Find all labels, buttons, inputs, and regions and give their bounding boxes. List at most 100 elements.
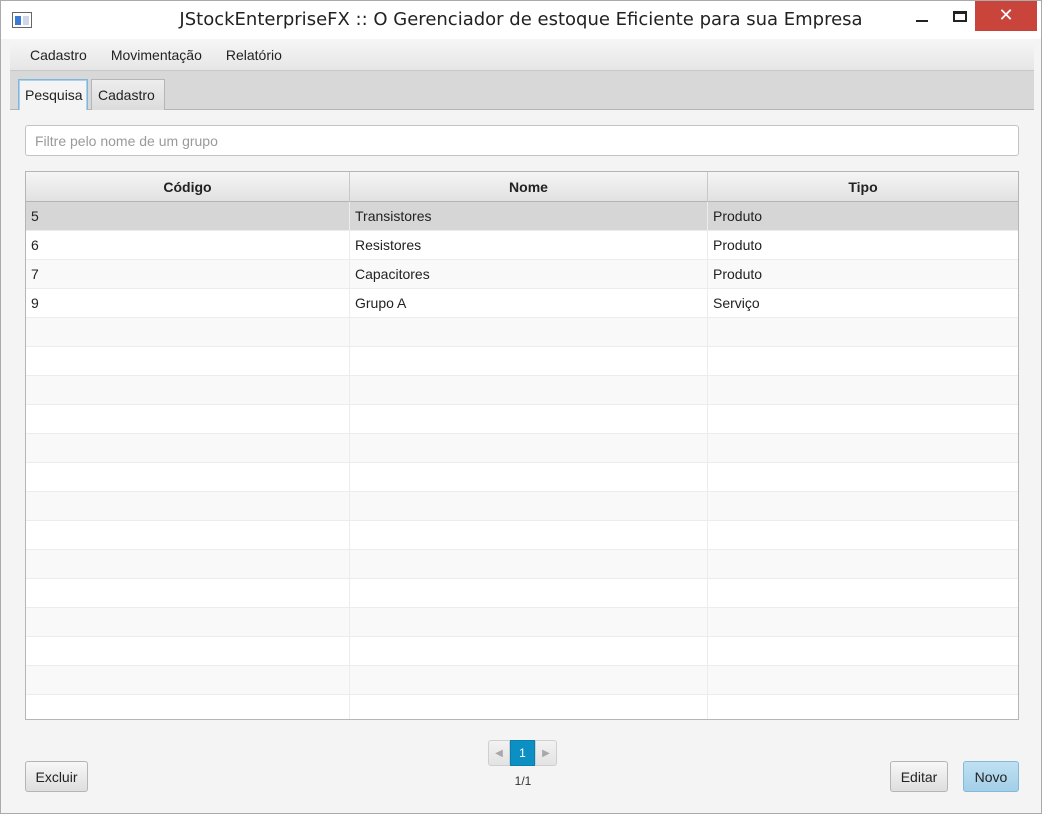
empty-cell xyxy=(26,347,350,376)
table-row[interactable]: 9 Grupo A Serviço xyxy=(26,289,1018,318)
empty-cell xyxy=(26,434,350,463)
menu-cadastro[interactable]: Cadastro xyxy=(18,39,99,71)
empty-cell xyxy=(708,492,1018,521)
empty-cell xyxy=(26,579,350,608)
cell-tipo: Serviço xyxy=(713,295,760,311)
empty-cell xyxy=(26,666,350,695)
table-row[interactable]: 5 Transistores Produto xyxy=(26,202,1018,231)
empty-table-row xyxy=(26,405,1018,434)
empty-cell xyxy=(26,550,350,579)
page-info: 1/1 xyxy=(514,774,532,788)
empty-table-row xyxy=(26,637,1018,666)
next-page-button[interactable]: ▶ xyxy=(535,740,557,766)
empty-table-row xyxy=(26,434,1018,463)
empty-table-row xyxy=(26,492,1018,521)
chevron-left-icon: ◀ xyxy=(495,747,503,759)
cell-tipo: Produto xyxy=(713,266,763,282)
empty-cell xyxy=(350,318,708,347)
empty-cell xyxy=(350,463,708,492)
cell-codigo: 9 xyxy=(26,289,350,318)
empty-cell xyxy=(350,695,708,719)
empty-cell xyxy=(708,608,1018,637)
empty-cell xyxy=(350,492,708,521)
empty-table-row xyxy=(26,318,1018,347)
maximize-icon xyxy=(953,10,967,22)
empty-cell xyxy=(26,405,350,434)
empty-cell xyxy=(708,666,1018,695)
menu-movimentacao[interactable]: Movimentação xyxy=(99,39,214,71)
empty-table-row xyxy=(26,608,1018,637)
empty-cell xyxy=(350,579,708,608)
column-header-codigo[interactable]: Código xyxy=(26,172,350,202)
empty-cell xyxy=(350,521,708,550)
empty-cell xyxy=(26,376,350,405)
pagination: ◀ 1 ▶ xyxy=(488,740,558,766)
cell-nome: Resistores xyxy=(350,231,708,260)
empty-cell xyxy=(350,550,708,579)
menu-relatorio[interactable]: Relatório xyxy=(214,39,294,71)
window-title: JStockEnterpriseFX :: O Gerenciador de e… xyxy=(179,9,863,30)
close-button[interactable]: ✕ xyxy=(975,1,1037,31)
empty-cell xyxy=(708,550,1018,579)
cell-nome: Grupo A xyxy=(350,289,708,318)
empty-table-row xyxy=(26,347,1018,376)
minimize-icon xyxy=(916,20,928,22)
menu-bar: Cadastro Movimentação Relatório xyxy=(10,39,1034,71)
empty-cell xyxy=(350,405,708,434)
empty-cell xyxy=(708,521,1018,550)
column-header-tipo[interactable]: Tipo xyxy=(708,172,1018,202)
empty-cell xyxy=(26,637,350,666)
empty-cell xyxy=(350,637,708,666)
page-1-button[interactable]: 1 xyxy=(510,740,535,766)
cell-nome: Transistores xyxy=(350,202,708,231)
table-header: Código Nome Tipo xyxy=(26,172,1018,202)
empty-table-row xyxy=(26,463,1018,492)
empty-cell xyxy=(26,463,350,492)
table-row[interactable]: 7 Capacitores Produto xyxy=(26,260,1018,289)
close-icon: ✕ xyxy=(998,5,1014,26)
cell-codigo: 6 xyxy=(26,231,350,260)
empty-cell xyxy=(708,695,1018,719)
app-window: JStockEnterpriseFX :: O Gerenciador de e… xyxy=(0,0,1042,814)
empty-table-row xyxy=(26,550,1018,579)
empty-cell xyxy=(708,376,1018,405)
column-header-nome[interactable]: Nome xyxy=(350,172,708,202)
empty-cell xyxy=(708,579,1018,608)
empty-cell xyxy=(708,405,1018,434)
cell-tipo: Produto xyxy=(713,237,763,253)
novo-button[interactable]: Novo xyxy=(963,761,1019,792)
group-filter-input[interactable] xyxy=(25,125,1019,156)
tab-bar: Pesquisa Cadastro xyxy=(10,71,1034,111)
empty-cell xyxy=(26,521,350,550)
empty-cell xyxy=(350,608,708,637)
cell-codigo: 7 xyxy=(26,260,350,289)
empty-cell xyxy=(708,318,1018,347)
table-body: 5 Transistores Produto 6 Resistores Prod… xyxy=(26,202,1018,719)
empty-cell xyxy=(26,695,350,719)
chevron-right-icon: ▶ xyxy=(542,747,550,759)
empty-cell xyxy=(708,463,1018,492)
empty-cell xyxy=(708,347,1018,376)
empty-cell xyxy=(708,637,1018,666)
groups-table[interactable]: Código Nome Tipo 5 Transistores Produto … xyxy=(25,171,1019,720)
tab-pesquisa[interactable]: Pesquisa xyxy=(18,79,88,111)
cell-codigo: 5 xyxy=(26,202,350,231)
cell-tipo: Produto xyxy=(713,208,763,224)
empty-cell xyxy=(350,666,708,695)
empty-cell xyxy=(26,318,350,347)
previous-page-button[interactable]: ◀ xyxy=(488,740,510,766)
empty-table-row xyxy=(26,579,1018,608)
search-panel: Código Nome Tipo 5 Transistores Produto … xyxy=(10,110,1034,807)
empty-table-row xyxy=(26,376,1018,405)
empty-cell xyxy=(708,434,1018,463)
editar-button[interactable]: Editar xyxy=(890,761,948,792)
empty-cell xyxy=(26,608,350,637)
empty-cell xyxy=(350,376,708,405)
excluir-button[interactable]: Excluir xyxy=(25,761,88,792)
table-row[interactable]: 6 Resistores Produto xyxy=(26,231,1018,260)
title-bar[interactable]: JStockEnterpriseFX :: O Gerenciador de e… xyxy=(1,1,1041,39)
empty-cell xyxy=(26,492,350,521)
empty-cell xyxy=(350,347,708,376)
tab-cadastro[interactable]: Cadastro xyxy=(91,79,165,110)
empty-table-row xyxy=(26,521,1018,550)
